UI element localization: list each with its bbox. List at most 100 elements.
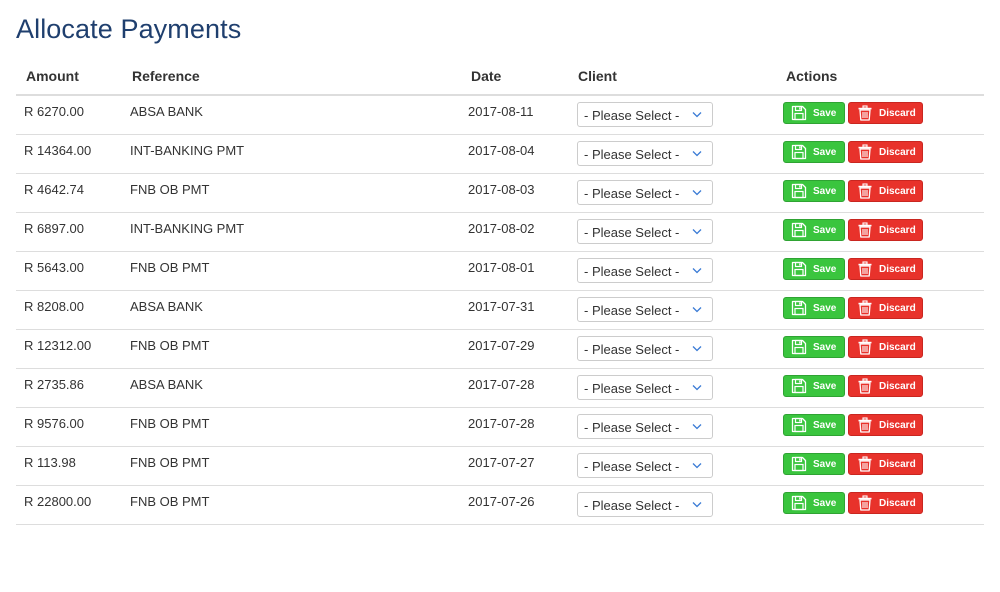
client-select-value: - Please Select - — [584, 420, 680, 435]
header-actions: Actions — [786, 68, 838, 84]
table-row: R 6270.00 ABSA BANK 2017-08-11 - Please … — [16, 96, 984, 135]
table-row: R 12312.00 FNB OB PMT 2017-07-29 - Pleas… — [16, 330, 984, 369]
reference-cell: ABSA BANK — [130, 299, 203, 314]
trash-icon — [858, 105, 872, 121]
save-label: Save — [813, 107, 837, 119]
reference-cell: ABSA BANK — [130, 377, 203, 392]
client-select[interactable]: - Please Select - — [577, 453, 713, 478]
save-button[interactable]: Save — [783, 297, 845, 319]
chevron-down-icon — [692, 385, 702, 391]
floppy-disk-icon — [791, 495, 807, 511]
discard-button[interactable]: Discard — [848, 180, 923, 202]
floppy-disk-icon — [791, 222, 807, 238]
trash-icon — [858, 378, 872, 394]
chevron-down-icon — [692, 424, 702, 430]
trash-icon — [858, 261, 872, 277]
table-body: R 6270.00 ABSA BANK 2017-08-11 - Please … — [16, 96, 984, 525]
save-button[interactable]: Save — [783, 102, 845, 124]
client-select[interactable]: - Please Select - — [577, 414, 713, 439]
save-button[interactable]: Save — [783, 336, 845, 358]
discard-button[interactable]: Discard — [848, 453, 923, 475]
chevron-down-icon — [692, 502, 702, 508]
save-label: Save — [813, 146, 837, 158]
floppy-disk-icon — [791, 144, 807, 160]
save-button[interactable]: Save — [783, 219, 845, 241]
table-row: R 22800.00 FNB OB PMT 2017-07-26 - Pleas… — [16, 486, 984, 525]
discard-button[interactable]: Discard — [848, 141, 923, 163]
client-select[interactable]: - Please Select - — [577, 297, 713, 322]
discard-label: Discard — [879, 341, 916, 353]
discard-button[interactable]: Discard — [848, 336, 923, 358]
client-select[interactable]: - Please Select - — [577, 180, 713, 205]
discard-button[interactable]: Discard — [848, 492, 923, 514]
save-label: Save — [813, 185, 837, 197]
table-row: R 4642.74 FNB OB PMT 2017-08-03 - Please… — [16, 174, 984, 213]
date-cell: 2017-07-31 — [468, 299, 535, 314]
save-button[interactable]: Save — [783, 414, 845, 436]
client-select[interactable]: - Please Select - — [577, 141, 713, 166]
trash-icon — [858, 183, 872, 199]
table-row: R 8208.00 ABSA BANK 2017-07-31 - Please … — [16, 291, 984, 330]
discard-label: Discard — [879, 302, 916, 314]
client-select-value: - Please Select - — [584, 459, 680, 474]
amount-cell: R 113.98 — [24, 455, 76, 470]
floppy-disk-icon — [791, 417, 807, 433]
discard-button[interactable]: Discard — [848, 375, 923, 397]
discard-label: Discard — [879, 458, 916, 470]
date-cell: 2017-08-04 — [468, 143, 535, 158]
date-cell: 2017-08-11 — [468, 104, 534, 119]
discard-button[interactable]: Discard — [848, 258, 923, 280]
chevron-down-icon — [692, 307, 702, 313]
amount-cell: R 22800.00 — [24, 494, 92, 509]
floppy-disk-icon — [791, 339, 807, 355]
save-label: Save — [813, 497, 837, 509]
floppy-disk-icon — [791, 183, 807, 199]
table-row: R 6897.00 INT-BANKING PMT 2017-08-02 - P… — [16, 213, 984, 252]
save-label: Save — [813, 263, 837, 275]
amount-cell: R 9576.00 — [24, 416, 84, 431]
discard-button[interactable]: Discard — [848, 297, 923, 319]
discard-button[interactable]: Discard — [848, 414, 923, 436]
trash-icon — [858, 144, 872, 160]
discard-label: Discard — [879, 263, 916, 275]
chevron-down-icon — [692, 229, 702, 235]
date-cell: 2017-08-01 — [468, 260, 535, 275]
reference-cell: FNB OB PMT — [130, 494, 210, 509]
amount-cell: R 12312.00 — [24, 338, 92, 353]
discard-button[interactable]: Discard — [848, 219, 923, 241]
client-select-value: - Please Select - — [584, 342, 680, 357]
table-row: R 14364.00 INT-BANKING PMT 2017-08-04 - … — [16, 135, 984, 174]
date-cell: 2017-08-03 — [468, 182, 535, 197]
save-label: Save — [813, 302, 837, 314]
amount-cell: R 2735.86 — [24, 377, 84, 392]
floppy-disk-icon — [791, 300, 807, 316]
client-select[interactable]: - Please Select - — [577, 375, 713, 400]
client-select-value: - Please Select - — [584, 225, 680, 240]
client-select-value: - Please Select - — [584, 147, 680, 162]
header-reference: Reference — [132, 68, 200, 84]
date-cell: 2017-07-28 — [468, 377, 535, 392]
client-select[interactable]: - Please Select - — [577, 258, 713, 283]
client-select[interactable]: - Please Select - — [577, 219, 713, 244]
save-button[interactable]: Save — [783, 492, 845, 514]
save-button[interactable]: Save — [783, 375, 845, 397]
client-select[interactable]: - Please Select - — [577, 336, 713, 361]
client-select-value: - Please Select - — [584, 498, 680, 513]
discard-label: Discard — [879, 419, 916, 431]
trash-icon — [858, 300, 872, 316]
payments-table: Amount Reference Date Client Actions R 6… — [16, 62, 984, 525]
save-button[interactable]: Save — [783, 141, 845, 163]
save-button[interactable]: Save — [783, 180, 845, 202]
reference-cell: FNB OB PMT — [130, 338, 210, 353]
discard-button[interactable]: Discard — [848, 102, 923, 124]
amount-cell: R 6897.00 — [24, 221, 84, 236]
client-select[interactable]: - Please Select - — [577, 492, 713, 517]
chevron-down-icon — [692, 346, 702, 352]
save-button[interactable]: Save — [783, 453, 845, 475]
discard-label: Discard — [879, 380, 916, 392]
discard-label: Discard — [879, 146, 916, 158]
save-button[interactable]: Save — [783, 258, 845, 280]
client-select-value: - Please Select - — [584, 108, 680, 123]
client-select[interactable]: - Please Select - — [577, 102, 713, 127]
floppy-disk-icon — [791, 456, 807, 472]
